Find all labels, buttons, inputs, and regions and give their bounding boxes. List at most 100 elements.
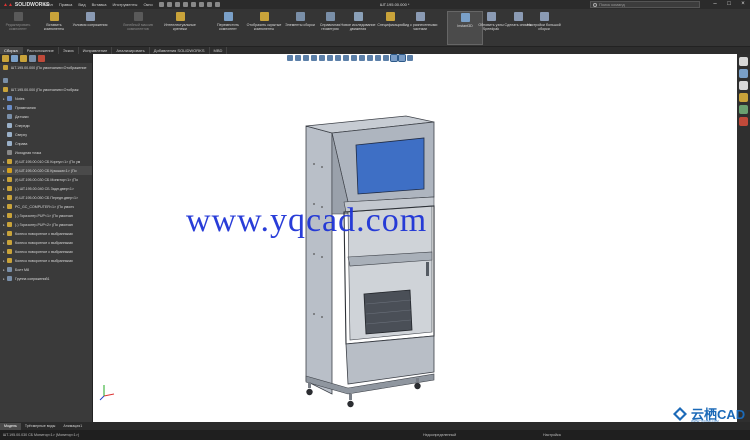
command-tab-6[interactable]: MBD [210, 47, 228, 54]
print-icon[interactable] [182, 2, 188, 7]
file-explorer-icon[interactable] [739, 81, 748, 90]
command-tab-3[interactable]: Исправление [79, 47, 113, 54]
fm-tree-item[interactable]: Справа [0, 139, 92, 148]
propertymanager-tab-icon[interactable] [11, 55, 18, 62]
fm-tree-item[interactable]: ▸ Колесо поворотное с выбранными [0, 247, 92, 256]
new-doc-icon[interactable] [158, 2, 164, 7]
expand-arrow-icon[interactable]: ▸ [3, 205, 6, 209]
expand-arrow-icon[interactable]: ▸ [3, 241, 6, 245]
expand-arrow-icon[interactable]: ▸ [3, 106, 6, 110]
dimxpert-tab-icon[interactable] [29, 55, 36, 62]
expand-arrow-icon[interactable]: ▸ [3, 232, 6, 236]
rebuild-icon[interactable] [206, 2, 212, 7]
ribbon-button-9[interactable]: Новое исследование движения [340, 11, 376, 45]
minimize-button[interactable]: – [708, 0, 722, 9]
expand-arrow-icon[interactable]: ▸ [3, 169, 6, 173]
fm-tree-item[interactable]: ▸ (f) ШТ.195.00.030 СБ Монитор<1> (По [0, 175, 92, 184]
expand-arrow-icon[interactable]: ▸ [3, 196, 6, 200]
maximize-button[interactable]: □ [722, 0, 736, 9]
ribbon-button-0[interactable]: Редактировать компонент [0, 11, 36, 45]
expand-arrow-icon[interactable]: ▸ [3, 223, 6, 227]
command-tab-0[interactable]: Сборка [0, 47, 23, 54]
fm-tree-item[interactable]: ▸ Группа сопряжений1 [0, 274, 92, 283]
open-icon[interactable] [166, 2, 172, 7]
menu-edit[interactable]: Правка [59, 2, 73, 7]
save-icon[interactable] [174, 2, 180, 7]
command-tab-4[interactable]: Анализировать [112, 47, 150, 54]
menu-file[interactable]: Файл [43, 2, 53, 7]
solidworks-resources-icon[interactable] [739, 57, 748, 66]
status-units[interactable]: Настройка [543, 433, 603, 437]
ribbon-button-label: Редактировать компонент [5, 23, 31, 31]
fm-tree-item[interactable]: ▸ Колесо поворотное с выбранными [0, 256, 92, 265]
fm-tree-item[interactable]: ▸ (-) Горизонтр.PUP<2> (По умолчан [0, 220, 92, 229]
task-pane [737, 54, 750, 422]
fm-tree-item[interactable]: ▸ (-) Горизонтр.PUP<1> (По умолчан [0, 211, 92, 220]
bottom-tab-1[interactable]: Трёхмерные виды [21, 423, 59, 430]
featuremanager-tab-icon[interactable] [2, 55, 9, 62]
graphics-area[interactable]: www.yqcad.com [94, 54, 737, 422]
menu-window[interactable]: Окно [143, 2, 152, 7]
fm-tree-item[interactable]: Исходная точка [0, 148, 92, 157]
ribbon-button-6[interactable]: Отобразить скрытые компоненты [246, 11, 282, 45]
expand-arrow-icon[interactable]: ▸ [3, 178, 6, 182]
fm-tree-item[interactable]: ▸ Примечания [0, 103, 92, 112]
view-palette-icon[interactable] [739, 93, 748, 102]
expand-arrow-icon[interactable]: ▸ [3, 187, 6, 191]
command-tab-5[interactable]: Добавления SOLIDWORKS [150, 47, 210, 54]
close-button[interactable]: × [736, 0, 750, 9]
select-icon[interactable] [198, 2, 204, 7]
menu-insert[interactable]: Вставка [92, 2, 107, 7]
undo-icon[interactable] [190, 2, 196, 7]
fm-tree-item[interactable]: Сверху [0, 130, 92, 139]
display-manager-tab-icon[interactable] [38, 55, 45, 62]
document-title: ШТ.195.00.000 * [380, 2, 410, 7]
expand-arrow-icon[interactable]: ▸ [3, 277, 6, 281]
feature-manager-panel: ШТ.195.00.000 (По умолчанию<Отображение … [0, 54, 93, 422]
fm-tree-item[interactable]: ▸ Болт M8 [0, 265, 92, 274]
fm-tree-item[interactable]: ▸ Колесо поворотное с выбранными [0, 229, 92, 238]
menu-tools[interactable]: Инструменты [112, 2, 137, 7]
expand-arrow-icon[interactable]: ▸ [3, 160, 6, 164]
fm-tree-item[interactable]: ▸ (f) ШТ.195.00.010 СБ Корпус<1> (По ум [0, 157, 92, 166]
search-commands-input[interactable]: Поиск команд [590, 1, 700, 8]
expand-arrow-icon[interactable]: ▸ [3, 97, 6, 101]
ribbon-button-label: Линейный массив компонентов [123, 23, 153, 31]
custom-properties-icon[interactable] [739, 117, 748, 126]
fm-tree-item[interactable]: ▸ (-) ШТ.195.00.040 СБ Задн.двер<1> [0, 184, 92, 193]
ribbon-button-3[interactable]: Линейный массив компонентов [120, 11, 156, 45]
ribbon-button-2[interactable]: Условия сопряжения [72, 11, 108, 45]
fm-tree-item[interactable]: ▸ (f) ШТ.195.00.020 СБ Крышка<1> (По [0, 166, 92, 175]
fm-tree-item[interactable]: Датчики [0, 112, 92, 121]
fm-filter-row[interactable]: ШТ.195.00.000 (По умолчанию<Отображение [0, 63, 92, 72]
expand-arrow-icon[interactable]: ▸ [3, 268, 6, 272]
expand-arrow-icon[interactable]: ▸ [3, 259, 6, 263]
ribbon-button-1[interactable]: Вставить компоненты [36, 11, 72, 45]
ribbon-button-5[interactable]: Переместить компонент [210, 11, 246, 45]
ribbon-button-15[interactable]: Настройки большой сборки [526, 11, 562, 45]
fm-tree-item[interactable]: ▸ PC_GC_COMPUTER<1> (По умолч [0, 202, 92, 211]
expand-arrow-icon[interactable]: ▸ [3, 250, 6, 254]
ribbon-tool-icon [415, 12, 425, 21]
fm-tree-item[interactable]: ▸ Notes [0, 94, 92, 103]
options-gear-icon[interactable] [214, 2, 220, 7]
component-icon [7, 159, 12, 164]
ribbon-button-11[interactable]: Вид с разнесенными частями [402, 11, 438, 45]
command-tab-2[interactable]: Эскиз [59, 47, 79, 54]
design-library-icon[interactable] [739, 69, 748, 78]
component-icon [7, 141, 12, 146]
fm-tree-item[interactable]: ▸ Колесо поворотное с выбранными [0, 238, 92, 247]
menu-view[interactable]: Вид [78, 2, 85, 7]
bottom-tab-2[interactable]: Анимация1 [59, 423, 86, 430]
fm-tree-item[interactable]: ▸ (f) ШТ.195.00.050 СБ Передн.двер<1> [0, 193, 92, 202]
ribbon-button-4[interactable]: Интеллектуальные крепежи [162, 11, 198, 45]
bottom-tab-0[interactable]: Модель [0, 422, 21, 430]
fm-root-assembly[interactable]: ШТ.195.00.000 (По умолчанию<Отображ [0, 85, 92, 94]
configurationmanager-tab-icon[interactable] [20, 55, 27, 62]
fm-tree-item[interactable]: Спереди [0, 121, 92, 130]
fm-filter-icon-row[interactable] [0, 76, 92, 85]
appearances-icon[interactable] [739, 105, 748, 114]
fm-tree-item-label: Колесо поворотное с выбранными [15, 231, 73, 236]
expand-arrow-icon[interactable]: ▸ [3, 214, 6, 218]
command-tab-1[interactable]: Расположение [23, 47, 59, 54]
